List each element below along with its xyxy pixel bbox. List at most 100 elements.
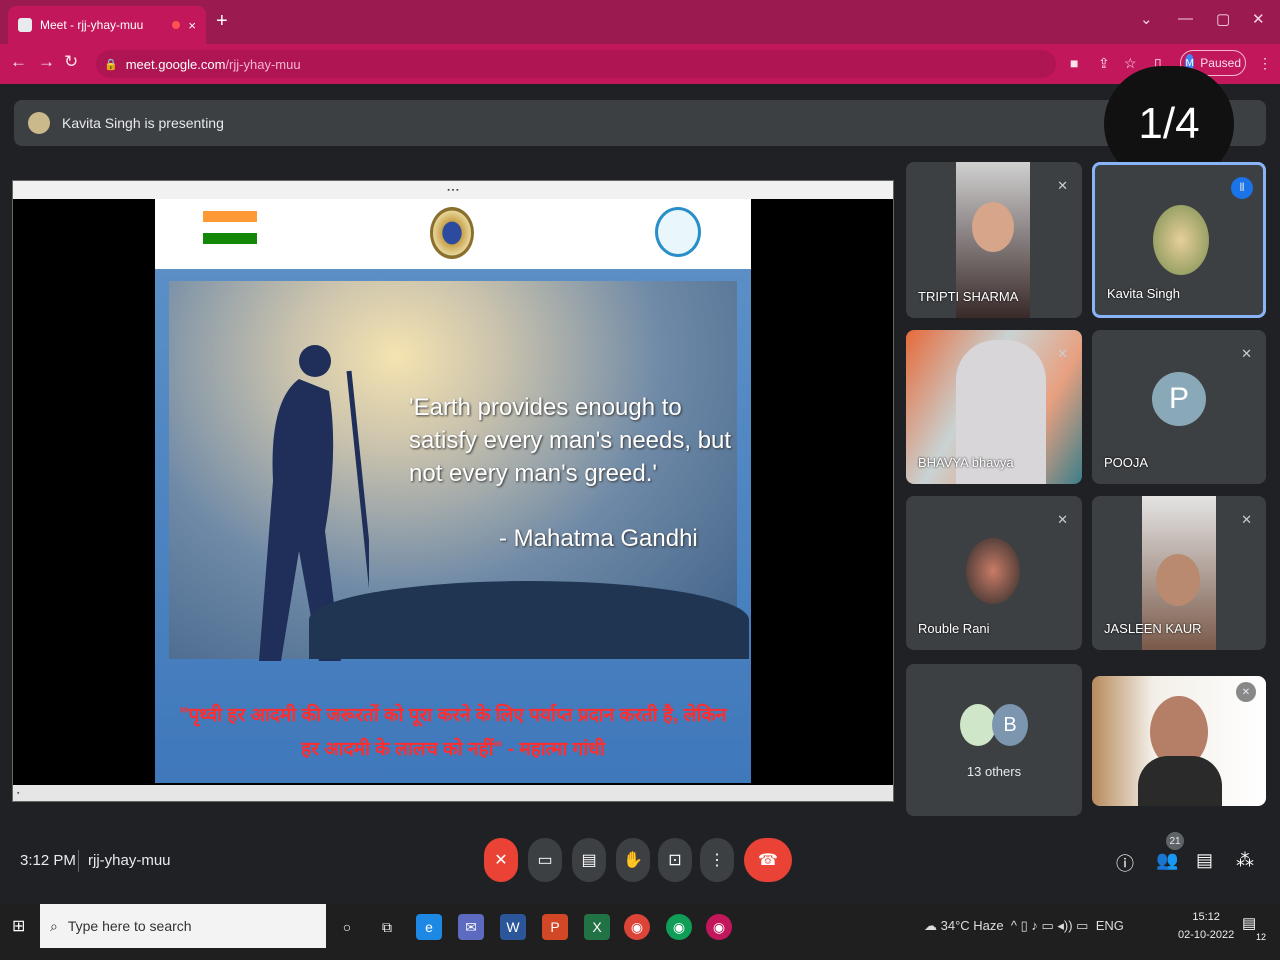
others-tile[interactable]: B 13 others: [906, 664, 1082, 816]
presenter-avatar: [28, 112, 50, 134]
chrome-active-icon[interactable]: ◉: [706, 914, 732, 940]
participant-tile-active[interactable]: ⦀ Kavita Singh: [1092, 162, 1266, 318]
participant-letter-avatar: P: [1152, 372, 1206, 426]
muted-mic-icon: ✕: [1057, 178, 1068, 193]
word-icon[interactable]: W: [500, 914, 526, 940]
chrome-icon[interactable]: ◉: [624, 914, 650, 940]
others-letter-avatar: B: [992, 704, 1028, 746]
chat-icon[interactable]: ▤: [1196, 850, 1213, 871]
participant-face: [972, 202, 1014, 252]
muted-mic-icon: ✕: [1241, 512, 1252, 527]
language-indicator: ENG: [1095, 918, 1124, 933]
mail-icon[interactable]: ✉: [458, 914, 484, 940]
meeting-code: rjj-yhay-muu: [88, 852, 171, 869]
url-path: /rjj-yhay-muu: [225, 56, 301, 72]
chrome-profile-icon[interactable]: ◉: [666, 914, 692, 940]
mic-toggle-button[interactable]: ✕: [484, 838, 518, 882]
lock-icon: 🔒: [104, 58, 118, 71]
others-avatar: [960, 704, 996, 746]
captions-icon: ▤: [581, 852, 597, 869]
more-options-button[interactable]: ⋮: [700, 838, 734, 882]
close-window-button[interactable]: ✕: [1252, 10, 1265, 28]
mic-off-icon: ✕: [494, 852, 508, 869]
powerpoint-icon[interactable]: P: [542, 914, 568, 940]
leave-call-button[interactable]: ☎: [744, 838, 792, 882]
present-button[interactable]: ⊡: [658, 838, 692, 882]
participant-name: TRIPTI SHARMA: [918, 289, 1019, 304]
captions-button[interactable]: ▤: [572, 838, 606, 882]
speaking-indicator-icon: ⦀: [1231, 177, 1253, 199]
participant-name: BHAVYA bhavya: [918, 455, 1014, 470]
presenter-banner: Kavita Singh is presenting: [14, 100, 1266, 146]
trees-silhouette: [309, 581, 749, 659]
tab-close-button[interactable]: ×: [188, 18, 196, 33]
meeting-info-icon[interactable]: ⓘ: [1116, 850, 1134, 876]
new-tab-button[interactable]: +: [216, 10, 228, 33]
profile-status: Paused: [1200, 56, 1241, 70]
university-emblem: [430, 207, 474, 259]
participant-name: Rouble Rani: [918, 621, 990, 636]
taskbar-date: 02-10-2022: [1178, 929, 1235, 941]
meet-favicon-icon: [18, 18, 32, 32]
activities-icon[interactable]: ⁂: [1236, 850, 1254, 871]
powerpoint-status-bar: ▪: [13, 785, 893, 801]
camera-toggle-button[interactable]: ▭: [528, 838, 562, 882]
more-vert-icon: ⋮: [709, 852, 725, 869]
participant-avatar: [966, 538, 1020, 604]
notification-icon[interactable]: ▤: [1242, 914, 1256, 932]
participant-tile[interactable]: P ✕ POOJA: [1092, 330, 1266, 484]
windows-start-icon[interactable]: ⊞: [12, 916, 25, 936]
participant-tile[interactable]: ✕ Rouble Rani: [906, 496, 1082, 650]
present-screen-icon: ⊡: [668, 852, 682, 869]
cortana-icon[interactable]: ○: [334, 914, 360, 940]
url-bar[interactable]: 🔒 meet.google.com/rjj-yhay-muu: [96, 50, 1056, 78]
browser-menu-icon[interactable]: ⋮: [1258, 55, 1272, 72]
self-view-tile[interactable]: ✕: [1092, 676, 1266, 806]
tab-search-chevron-icon[interactable]: ⌄: [1140, 10, 1153, 28]
taskbar-search[interactable]: ⌕ Type here to search: [40, 904, 326, 948]
maximize-button[interactable]: ▢: [1216, 10, 1230, 28]
task-view-icon[interactable]: ⧉: [374, 914, 400, 940]
india-flag: [203, 211, 257, 245]
edge-icon[interactable]: e: [416, 914, 442, 940]
share-icon[interactable]: ⇪: [1098, 55, 1110, 72]
bookmark-star-icon[interactable]: ☆: [1124, 55, 1137, 72]
divider: [78, 850, 79, 872]
participant-name: JASLEEN KAUR: [1104, 621, 1202, 636]
camera-icon: ▭: [537, 852, 553, 869]
participant-tile[interactable]: ✕ BHAVYA bhavya: [906, 330, 1082, 484]
slide-hindi-quote: "पृथ्वी हर आदमी की जरूरतों को पूरा करने …: [179, 705, 727, 760]
slide: 'Earth provides enough to satisfy every …: [155, 199, 751, 783]
others-count: 13 others: [966, 764, 1022, 779]
slide-author: - Mahatma Gandhi: [499, 525, 698, 552]
tray-icons: ^ ▯ ♪ ▭ ◂)) ▭: [1007, 918, 1093, 933]
participant-tile[interactable]: ✕ TRIPTI SHARMA: [906, 162, 1082, 318]
slide-quote: 'Earth provides enough to satisfy every …: [409, 394, 732, 487]
minimize-button[interactable]: —: [1178, 10, 1193, 27]
presentation-screen[interactable]: ▪ ▪ ▪ 'Earth provides enough to satisfy …: [12, 180, 894, 802]
camera-in-use-icon[interactable]: ■: [1070, 55, 1078, 71]
weather-icon: ☁: [924, 918, 937, 933]
system-tray[interactable]: ☁ 34°C Haze ^ ▯ ♪ ▭ ◂)) ▭ ENG: [924, 918, 1124, 934]
forward-arrow-icon[interactable]: →: [38, 52, 55, 72]
institute-logo: [655, 207, 701, 257]
raise-hand-button[interactable]: ✋: [616, 838, 650, 882]
participant-name: POOJA: [1104, 455, 1149, 470]
notification-count: 12: [1256, 932, 1267, 942]
powerpoint-title-bar: ▪ ▪ ▪: [13, 181, 893, 199]
taskbar-clock[interactable]: 15:12 02-10-2022: [1178, 908, 1234, 944]
reload-icon[interactable]: ↻: [64, 52, 78, 72]
excel-icon[interactable]: X: [584, 914, 610, 940]
participant-avatar: [1153, 205, 1209, 275]
muted-mic-icon: ✕: [1241, 346, 1252, 361]
participant-tile[interactable]: ✕ JASLEEN KAUR: [1092, 496, 1266, 650]
gandhi-silhouette-photo: 'Earth provides enough to satisfy every …: [169, 281, 749, 661]
muted-mic-icon: ✕: [1057, 512, 1068, 527]
search-placeholder: Type here to search: [67, 918, 192, 934]
participant-name: Kavita Singh: [1107, 286, 1180, 301]
self-body: [1138, 756, 1222, 806]
back-arrow-icon[interactable]: ←: [10, 52, 27, 72]
browser-tab-meet[interactable]: Meet - rjj-yhay-muu ×: [8, 6, 206, 44]
tab-title: Meet - rjj-yhay-muu: [40, 18, 144, 32]
people-icon[interactable]: 👥: [1156, 850, 1178, 871]
